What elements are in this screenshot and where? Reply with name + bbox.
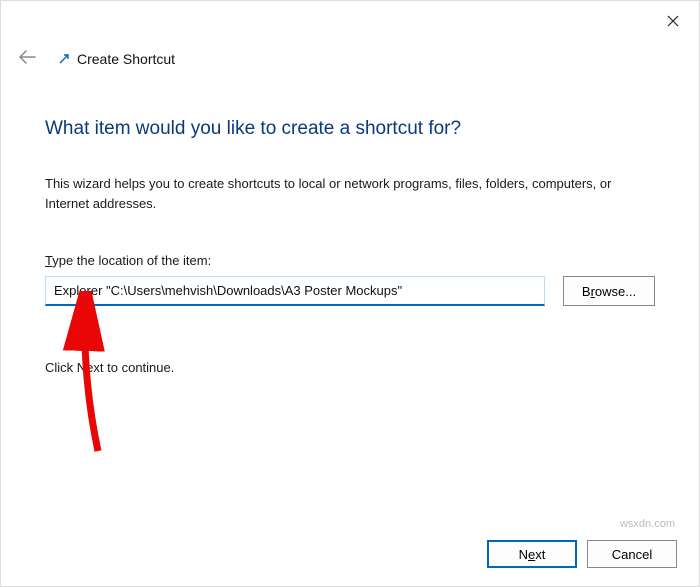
watermark: wsxdn.com: [620, 518, 675, 530]
continue-instruction: Click Next to continue.: [45, 360, 655, 375]
back-button[interactable]: [15, 47, 39, 70]
content-area: What item would you like to create a sho…: [1, 70, 699, 395]
next-button[interactable]: Next: [487, 540, 577, 568]
cancel-button[interactable]: Cancel: [587, 540, 677, 568]
dialog-title: Create Shortcut: [77, 51, 175, 67]
browse-button[interactable]: Browse...: [563, 276, 655, 306]
location-input[interactable]: [45, 276, 545, 306]
dialog-footer: Next Cancel: [487, 540, 677, 568]
close-button[interactable]: [661, 9, 685, 33]
dialog-header: Create Shortcut: [1, 1, 699, 70]
wizard-description: This wizard helps you to create shortcut…: [45, 174, 655, 213]
page-heading: What item would you like to create a sho…: [45, 118, 655, 140]
shortcut-icon: [57, 52, 71, 66]
location-label: Type the location of the item:: [45, 253, 655, 268]
